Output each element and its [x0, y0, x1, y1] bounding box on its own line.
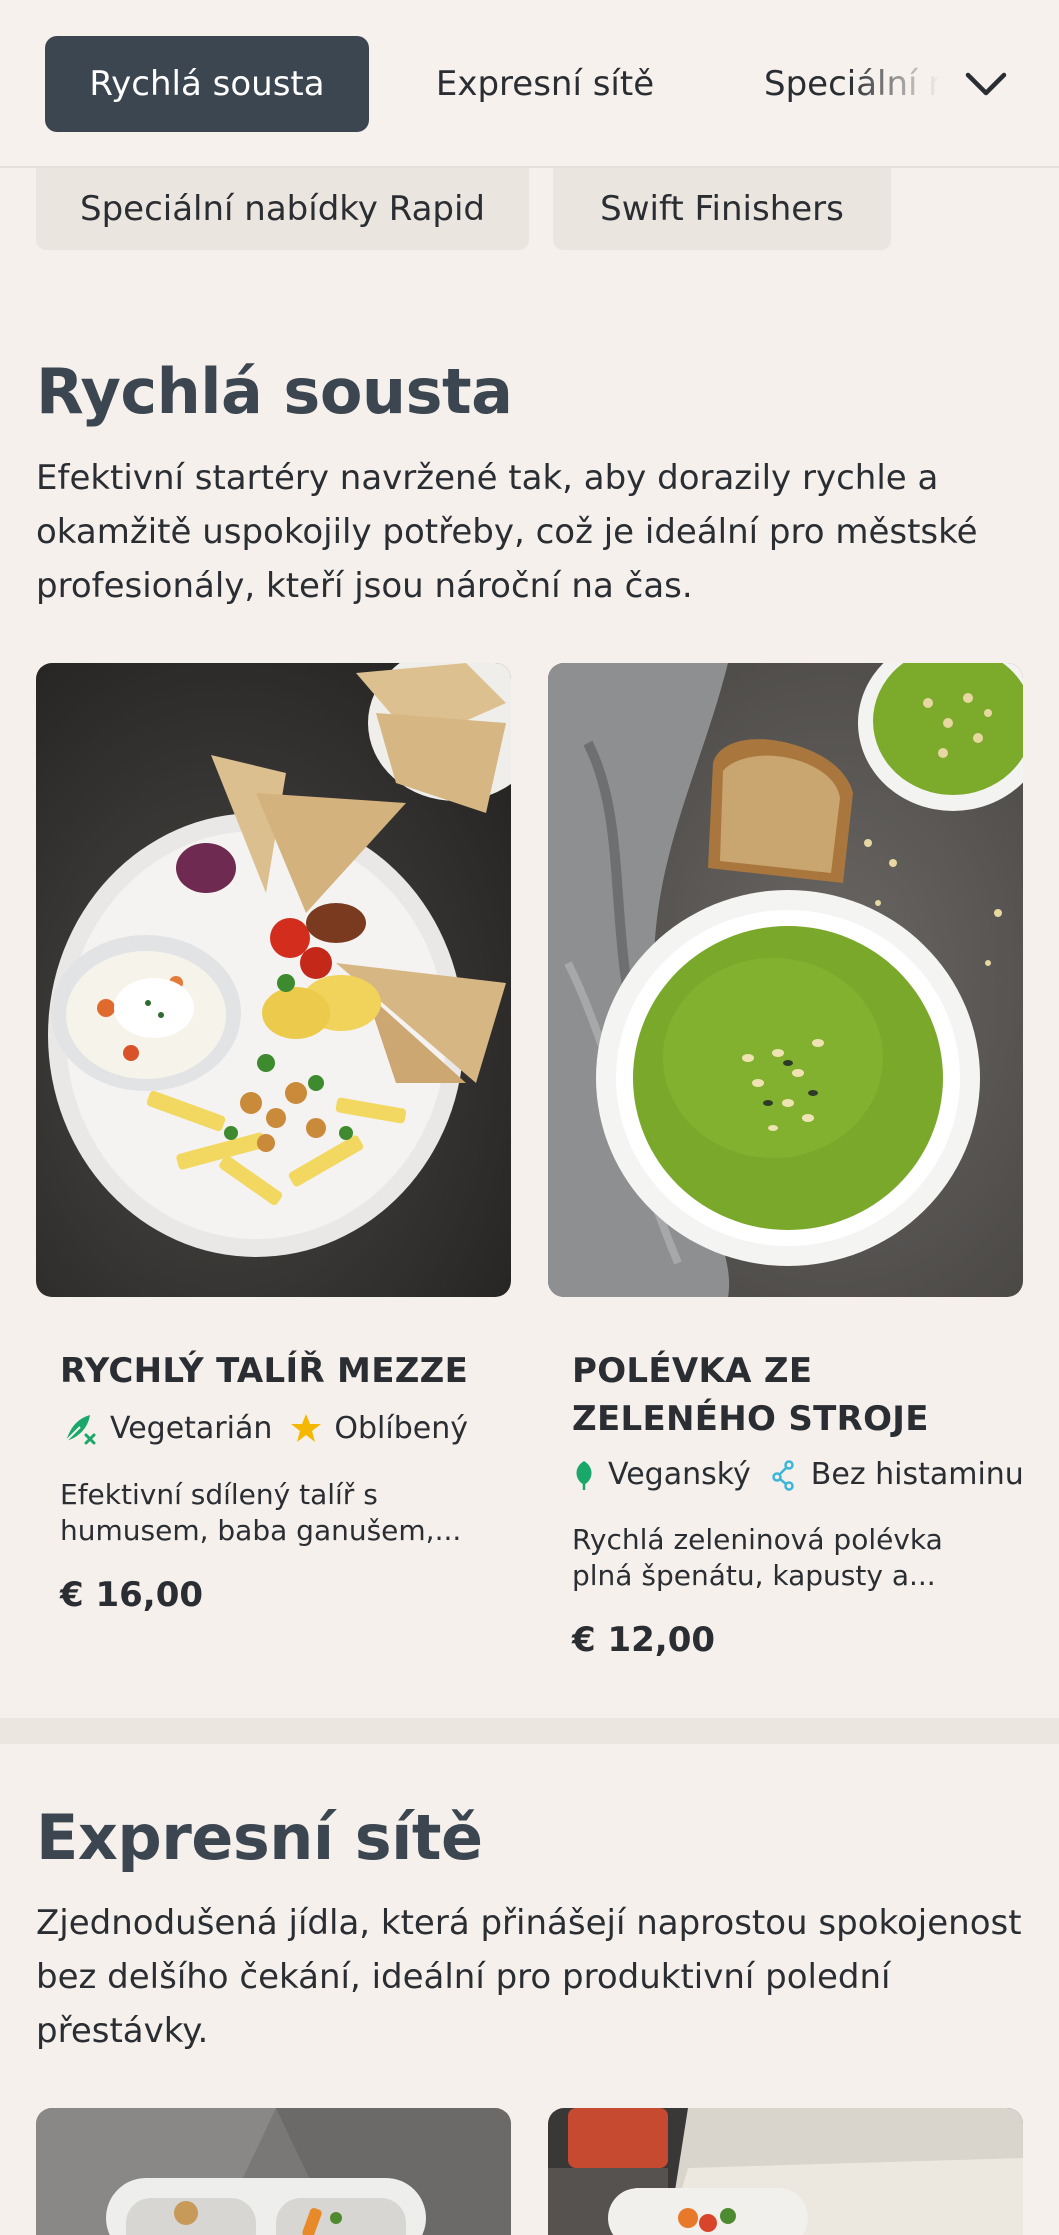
section-description: Zjednodušená jídla, která přinášejí napr…: [36, 1903, 1022, 2051]
item-name: RYCHLÝ TALÍŘ MEZZE: [60, 1351, 469, 1391]
tab-specialni-nabidky[interactable]: Speciální nabídky Rapid: [740, 36, 940, 132]
tag-label: Veganský: [608, 1457, 751, 1492]
tag-label: Bez histaminu: [810, 1457, 1024, 1492]
tag-favorite: Oblíbený: [290, 1411, 468, 1446]
tag-label: Oblíbený: [334, 1410, 468, 1446]
pill-specialni-nabidky-rapid[interactable]: Speciální nabídky Rapid: [36, 168, 529, 250]
section-title: Rychlá sousta: [36, 355, 513, 428]
histamine-free-icon: [772, 1459, 794, 1491]
tab-expresni-site[interactable]: Expresní sítě: [410, 36, 680, 132]
item-tags: Veganský Bez histaminu: [572, 1457, 1024, 1492]
menu-item-card[interactable]: POLÉVKA ZE ZELENÉHO STROJE Veganský Bez …: [548, 663, 1024, 1660]
item-description: Rychlá zeleninová polévka plná špenátu, …: [572, 1523, 943, 1592]
star-icon: [291, 1414, 322, 1442]
menu-item-card[interactable]: [548, 2108, 1023, 2235]
dish-photo-green-soup: [548, 663, 1023, 1297]
menu-item-card[interactable]: RYCHLÝ TALÍŘ MEZZE Vegetarián Oblíbený E…: [36, 663, 511, 1615]
tag-vegetarian: Vegetarián: [60, 1409, 272, 1447]
tag-vegan: Veganský: [572, 1457, 751, 1492]
vegan-leaf-icon: [576, 1460, 592, 1490]
section-description: Efektivní startéry navržené tak, aby dor…: [36, 458, 978, 606]
category-nav: Rychlá sousta Expresní sítě Speciální na…: [0, 0, 1059, 168]
item-description: Efektivní sdílený talíř s humusem, baba …: [60, 1478, 462, 1547]
tab-rychla-sousta[interactable]: Rychlá sousta: [45, 36, 369, 132]
section-divider: [0, 1718, 1059, 1744]
pill-swift-finishers[interactable]: Swift Finishers: [553, 168, 891, 250]
tag-label: Vegetarián: [110, 1410, 273, 1446]
item-price: € 16,00: [60, 1575, 204, 1615]
vegetarian-icon: [65, 1415, 96, 1445]
section-title: Expresní sítě: [36, 1801, 483, 1874]
item-name: POLÉVKA ZE ZELENÉHO STROJE: [572, 1351, 929, 1439]
tag-histamine-free: Bez histaminu: [769, 1457, 1024, 1492]
item-tags: Vegetarián Oblíbený: [60, 1409, 487, 1447]
category-overflow-row: Speciální nabídky Rapid Swift Finishers: [0, 168, 1059, 252]
menu-item-card[interactable]: [36, 2108, 511, 2235]
chevron-down-icon[interactable]: [960, 58, 1012, 110]
dish-photo: [548, 2108, 1023, 2235]
dish-photo: [36, 2108, 511, 2235]
dish-photo-mezze: [36, 663, 511, 1297]
item-price: € 12,00: [572, 1620, 716, 1660]
